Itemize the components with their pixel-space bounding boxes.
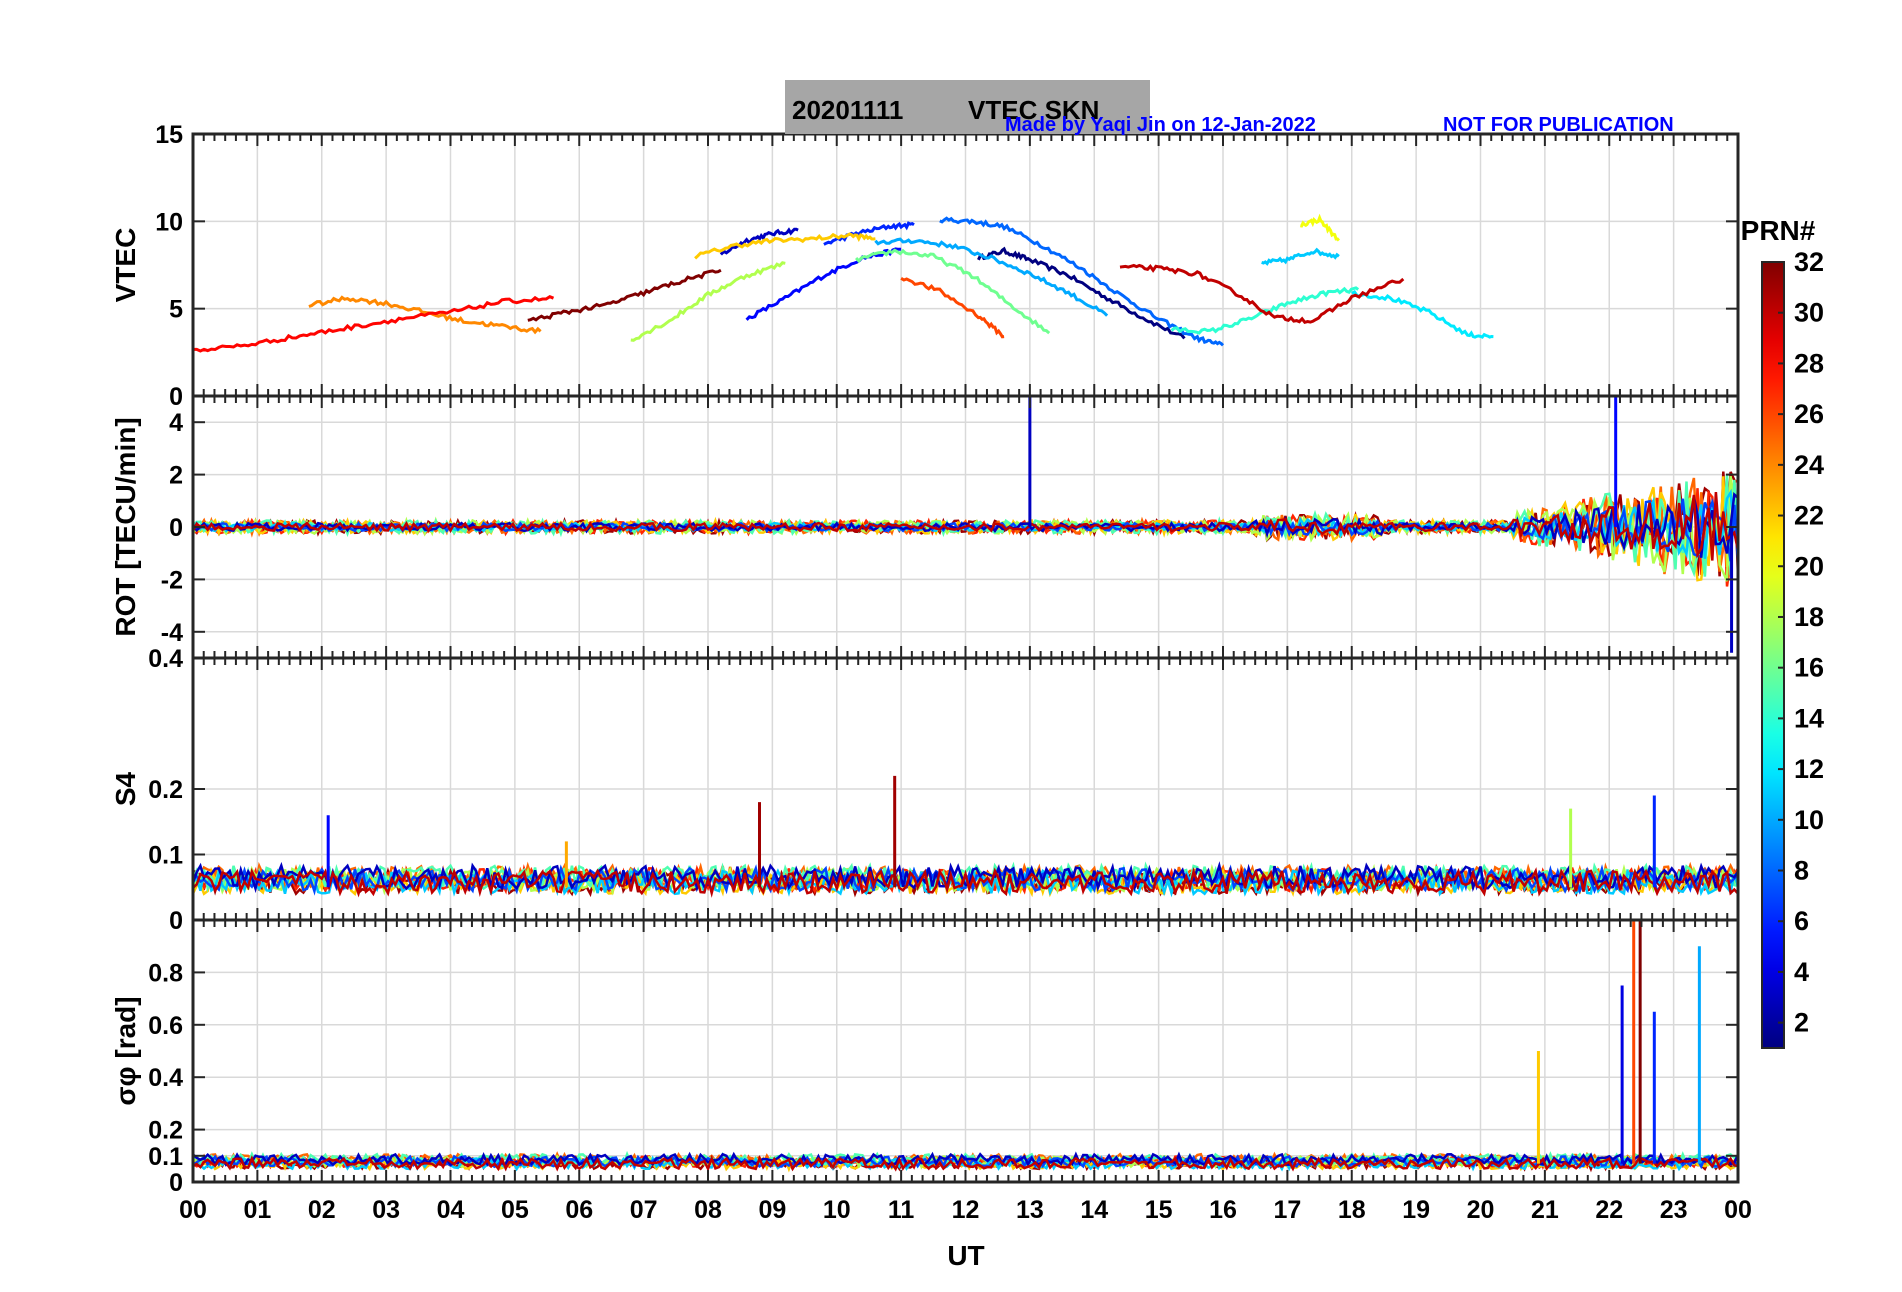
colorbar-tick-label: 28 — [1794, 348, 1824, 378]
y-axis-label: VTEC — [110, 228, 141, 303]
x-tick-label: 03 — [372, 1196, 400, 1224]
y-axis-label: S4 — [110, 771, 141, 806]
colorbar: 2468101214161820222426283032 — [1761, 247, 1824, 1049]
colorbar-tick-label: 10 — [1794, 805, 1824, 835]
vtec-line-prn-16 — [855, 248, 1051, 335]
panel-1: 0 5 10 15 VTEC — [110, 121, 1740, 411]
y-axis-label: ROT [TECU/min] — [110, 417, 141, 636]
y-tick-label: 0.4 — [148, 1064, 183, 1092]
vtec-line-prn-11 — [1261, 247, 1340, 266]
panel-3: 0 0.1 0.2 0.4 S4 — [110, 645, 1740, 935]
x-tick-label: 04 — [437, 1196, 465, 1224]
vtec-line-prn-12 — [1351, 289, 1494, 339]
notice-text: NOT FOR PUBLICATION — [1443, 114, 1674, 136]
y-tick-label: 0.1 — [148, 842, 183, 870]
x-tick-label: 00 — [179, 1196, 207, 1224]
x-tick-label: 16 — [1209, 1196, 1237, 1224]
colorbar-tick-label: 18 — [1794, 602, 1824, 632]
vtec-line-prn-32 — [527, 268, 722, 322]
x-tick-label: 00 — [1724, 1196, 1752, 1224]
panel-2: -4 -2 0 2 4 ROT [TECU/min] — [110, 394, 1740, 660]
y-tick-label: -4 — [161, 619, 183, 647]
x-tick-label: 06 — [565, 1196, 593, 1224]
x-tick-label: 10 — [823, 1196, 851, 1224]
y-tick-label: 4 — [169, 409, 183, 437]
x-tick-label: 19 — [1402, 1196, 1430, 1224]
y-tick-label: 0.2 — [148, 776, 183, 804]
panels-group: 051015VTEC-4-2024ROT [TECU/min]00.10.20.… — [110, 121, 1752, 1224]
colorbar-tick-label: 20 — [1794, 551, 1824, 581]
x-tick-label: 05 — [501, 1196, 529, 1224]
y-tick-label: 0 — [169, 383, 183, 411]
colorbar-tick-label: 26 — [1794, 399, 1824, 429]
x-tick-label: 01 — [243, 1196, 271, 1224]
x-tick-label: 08 — [694, 1196, 722, 1224]
colorbar-tick-label: 6 — [1794, 906, 1809, 936]
colorbar-tick-label: 30 — [1794, 298, 1824, 328]
colorbar-tick-label: 14 — [1794, 703, 1824, 733]
colorbar-tick-label: 12 — [1794, 754, 1824, 784]
x-tick-label: 22 — [1595, 1196, 1623, 1224]
y-tick-label: 0.6 — [148, 1012, 183, 1040]
colorbar-tick-label: 8 — [1794, 856, 1809, 886]
x-tick-label: 11 — [888, 1196, 915, 1224]
y-tick-label: 5 — [169, 296, 183, 324]
colorbar-tick-label: 32 — [1794, 247, 1824, 277]
y-tick-label: 0.4 — [148, 645, 183, 673]
credit-text: Made by Yaqi Jin on 12-Jan-2022 — [1005, 114, 1316, 136]
y-tick-label: 10 — [155, 208, 183, 236]
x-tick-label: 02 — [308, 1196, 336, 1224]
y-tick-label: 0.1 — [148, 1143, 183, 1171]
colorbar-tick-label: 16 — [1794, 653, 1824, 683]
x-tick-label: 12 — [952, 1196, 980, 1224]
x-tick-label: 23 — [1660, 1196, 1688, 1224]
y-tick-label: 0.2 — [148, 1117, 183, 1145]
x-tick-label: 20 — [1467, 1196, 1495, 1224]
x-tick-label: 21 — [1531, 1196, 1559, 1224]
colorbar-tick-label: 24 — [1794, 450, 1824, 480]
y-axis-label: σφ [rad] — [110, 996, 141, 1105]
x-tick-label: 15 — [1145, 1196, 1173, 1224]
x-tick-labels: 00 01 02 03 04 05 06 07 08 09 10 11 12 13 14 15 16 17 18 19… — [179, 1196, 1752, 1224]
y-tick-label: -2 — [161, 566, 183, 594]
panel-4: 00.10.2 0.4 0.6 0.8σφ [rad] — [110, 918, 1740, 1197]
x-tick-label: 13 — [1016, 1196, 1044, 1224]
title-date: 20201111 — [792, 95, 903, 125]
x-axis-label: UT — [947, 1240, 984, 1271]
vtec-line-prn-1 — [977, 246, 1186, 340]
x-tick-label: 09 — [758, 1196, 786, 1224]
y-tick-label: 0 — [169, 514, 183, 542]
y-tick-label: 0 — [169, 907, 183, 935]
colorbar-bar — [1761, 261, 1785, 1049]
y-tick-label: 0.8 — [148, 959, 183, 987]
y-tick-label: 15 — [155, 121, 183, 149]
y-tick-label: 2 — [169, 462, 183, 490]
x-tick-label: 17 — [1273, 1196, 1301, 1224]
panel-1-data — [193, 213, 1494, 353]
colorbar-tick-label: 2 — [1794, 1008, 1809, 1038]
y-tick-label: 0 — [169, 1169, 183, 1197]
colorbar-tick-label: 22 — [1794, 501, 1824, 531]
colorbar-label: PRN# — [1741, 215, 1816, 246]
colorbar-tick-label: 4 — [1794, 957, 1809, 987]
x-tick-label: 18 — [1338, 1196, 1366, 1224]
x-tick-label: 14 — [1080, 1196, 1108, 1224]
figure-canvas: 051015VTEC-4-2024ROT [TECU/min]00.10.20.… — [110, 80, 1824, 1271]
x-tick-label: 07 — [630, 1196, 658, 1224]
